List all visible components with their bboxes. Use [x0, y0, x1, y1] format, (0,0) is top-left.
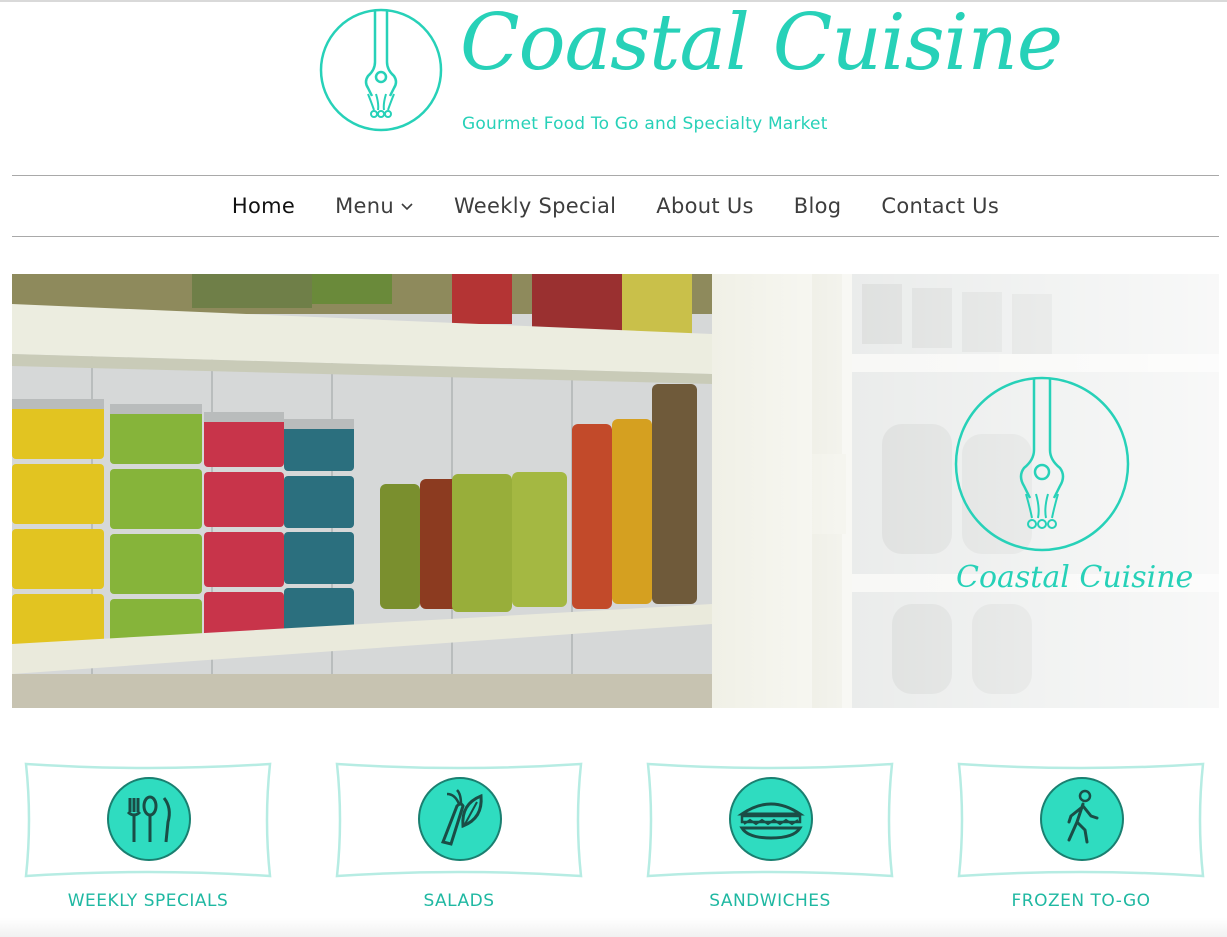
feature-label: FROZEN TO-GO — [1011, 891, 1151, 911]
utensils-icon — [107, 777, 191, 861]
feature-card-weekly-specials[interactable]: WEEKLY SPECIALS — [20, 758, 276, 918]
nav-item-home[interactable]: Home — [212, 194, 315, 218]
page-bottom-fade — [0, 918, 1227, 937]
feature-card-frozen-to-go[interactable]: FROZEN TO-GO — [953, 758, 1209, 918]
nav-item-blog[interactable]: Blog — [774, 194, 862, 218]
feature-card-sandwiches[interactable]: SANDWICHES — [642, 758, 898, 918]
nav-item-label: About Us — [656, 194, 754, 218]
hero-brand-name: Coastal Cuisine — [956, 560, 1194, 595]
hero-banner-image: Coastal Cuisine — [12, 274, 1219, 708]
main-navigation: Home Menu Weekly Special About Us Blog C… — [12, 175, 1219, 237]
nav-item-label: Blog — [793, 194, 842, 218]
nav-list: Home Menu Weekly Special About Us Blog C… — [12, 176, 1219, 236]
site-logo[interactable]: Coastal Cuisine Gourmet Food To Go and S… — [318, 4, 1063, 142]
nav-item-label: Menu — [335, 194, 394, 218]
brand-tagline: Gourmet Food To Go and Specialty Market — [462, 114, 828, 134]
feature-label: SALADS — [423, 891, 495, 911]
nav-item-label: Home — [231, 194, 296, 218]
feature-card-salads[interactable]: SALADS — [331, 758, 587, 918]
nav-item-menu[interactable]: Menu — [315, 194, 434, 218]
nav-item-about-us[interactable]: About Us — [636, 194, 773, 218]
nav-item-label: Weekly Special — [453, 194, 617, 218]
chevron-down-icon — [401, 203, 413, 211]
nav-item-contact-us[interactable]: Contact Us — [861, 194, 1019, 218]
walking-person-icon — [1040, 777, 1124, 861]
feature-cards: WEEKLY SPECIALS SALADS SANDWICHES FROZEN… — [20, 758, 1210, 918]
nav-item-weekly-special[interactable]: Weekly Special — [434, 194, 636, 218]
feature-label: SANDWICHES — [709, 891, 831, 911]
feature-label: WEEKLY SPECIALS — [67, 891, 229, 911]
nav-item-label: Contact Us — [881, 194, 1000, 218]
brand-name: Coastal Cuisine — [460, 0, 1063, 88]
vegetables-icon — [418, 777, 502, 861]
sandwich-icon — [729, 777, 813, 861]
fork-logo-icon — [319, 8, 443, 132]
